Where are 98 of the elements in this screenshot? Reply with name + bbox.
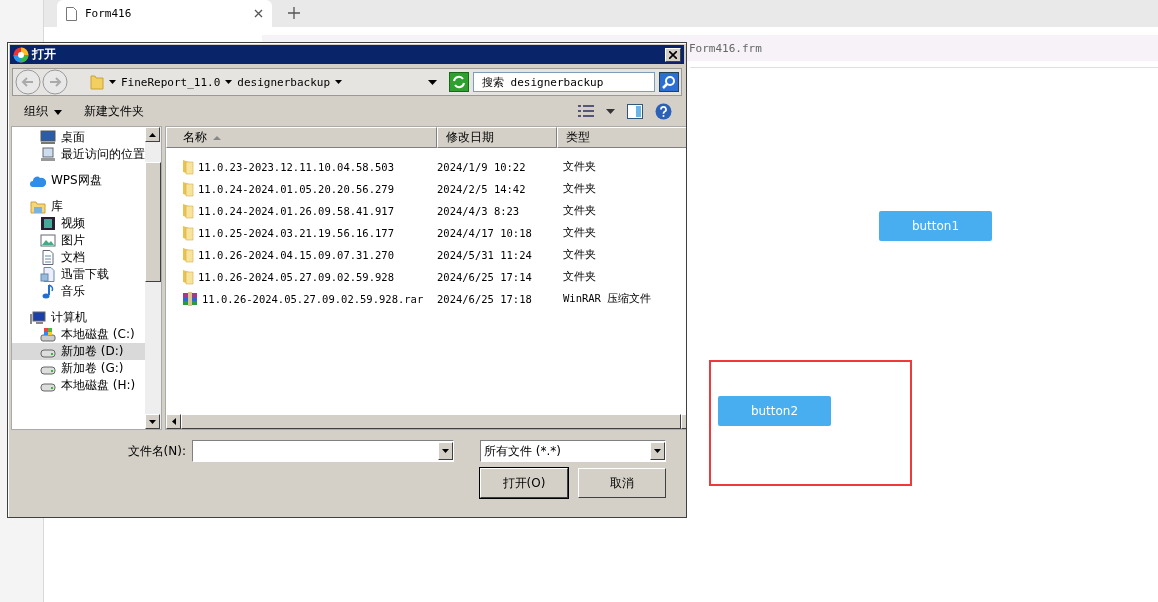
arrow-left-icon <box>171 418 176 425</box>
caret-icon <box>54 109 62 115</box>
search-button[interactable] <box>659 72 679 92</box>
nav-item[interactable]: 新加卷 (D:) <box>12 343 145 360</box>
folder-icon <box>182 247 194 263</box>
system-icon <box>40 327 56 342</box>
search-field[interactable]: 搜索 designerbackup <box>473 72 655 92</box>
close-button[interactable] <box>665 47 681 62</box>
nav-item[interactable]: 桌面 <box>12 129 145 146</box>
nav-item[interactable]: 本地磁盘 (C:) <box>12 326 145 343</box>
file-path: Form416.frm <box>689 41 762 55</box>
breadcrumb[interactable]: designerbackup <box>237 75 331 89</box>
file-name[interactable]: 11.0.26-2024.05.27.09.02.59.928.rar <box>202 293 424 305</box>
scroll-left-button[interactable] <box>166 414 181 429</box>
dropdown-icon <box>654 449 661 453</box>
file-name[interactable]: 11.0.23-2023.12.11.10.04.58.503 <box>198 161 394 173</box>
date-cell-text: 2024/4/3 8:23 <box>436 205 521 217</box>
new-folder-button[interactable]: 新建文件夹 <box>84 102 144 120</box>
nav-item[interactable]: 库 <box>12 198 145 215</box>
folder-icon <box>90 74 104 90</box>
type-cell-text: 文件夹 <box>562 248 597 262</box>
type-cell-text: 文件夹 <box>562 226 597 240</box>
file-name[interactable]: 11.0.26-2024.05.27.09.02.59.928 <box>198 271 394 283</box>
organize-menu[interactable]: 组织 <box>24 102 62 120</box>
caret-icon[interactable] <box>109 80 116 84</box>
nav-item[interactable]: 新加卷 (G:) <box>12 360 145 377</box>
nav-item[interactable]: 迅雷下载 <box>12 266 145 283</box>
caret-icon[interactable] <box>335 80 343 84</box>
dialog-button[interactable]: 取消 <box>578 468 666 498</box>
dialog-title: 打开 <box>32 46 57 63</box>
archive-icon <box>182 291 198 307</box>
browser-tab[interactable]: Form416 <box>57 0 272 27</box>
scroll-up-button[interactable] <box>145 127 160 142</box>
date-cell-text: 2024/2/5 14:42 <box>436 183 527 195</box>
folder-icon <box>182 159 194 175</box>
scrollbar[interactable] <box>145 127 161 429</box>
download-icon <box>40 267 56 282</box>
type-cell-text: 文件夹 <box>562 160 597 174</box>
folder-icon <box>182 203 194 219</box>
type-cell-text: 文件夹 <box>562 204 597 218</box>
date-cell-text: 2024/6/25 17:18 <box>436 293 533 305</box>
dropdown-icon[interactable] <box>428 79 437 85</box>
type-cell-text: 文件夹 <box>562 182 597 196</box>
nav-item[interactable]: WPS网盘 <box>12 172 145 189</box>
file-name[interactable]: 11.0.24-2024.01.05.20.20.56.279 <box>198 183 394 195</box>
plus-icon[interactable] <box>288 7 300 19</box>
computer-icon <box>30 310 46 325</box>
file-name[interactable]: 11.0.25-2024.03.21.19.56.16.177 <box>198 227 394 239</box>
folder-icon <box>182 225 194 241</box>
type-cell-text: 文件夹 <box>562 270 597 284</box>
sort-arrow-icon <box>213 135 221 140</box>
date-cell-text: 2024/1/9 10:22 <box>436 161 527 173</box>
nav-item[interactable]: 本地磁盘 (H:) <box>12 377 145 394</box>
library-icon <box>30 199 46 214</box>
date-cell-text: 2024/4/17 10:18 <box>436 227 533 239</box>
close-icon <box>669 50 677 59</box>
folder-icon <box>182 269 194 285</box>
filename-label: 文件名(N): <box>127 442 186 460</box>
column-header[interactable]: 修改日期 <box>437 127 557 148</box>
recent-icon <box>40 147 56 162</box>
file-name[interactable]: 11.0.26-2024.04.15.09.07.31.270 <box>198 249 394 261</box>
arrow-up-icon <box>149 132 156 137</box>
view-list-icon[interactable] <box>578 104 594 118</box>
nav-item[interactable]: 视频 <box>12 215 145 232</box>
app-icon <box>13 46 29 63</box>
desktop-icon <box>40 130 56 145</box>
dropdown-icon[interactable] <box>442 449 449 453</box>
nav-item[interactable]: 最近访问的位置 <box>12 146 145 163</box>
dialog-button[interactable]: 打开(O) <box>480 468 568 498</box>
nav-item[interactable]: 文档 <box>12 249 145 266</box>
video-icon <box>40 216 56 231</box>
help-icon[interactable] <box>655 102 672 120</box>
folder-icon <box>182 181 194 197</box>
column-header[interactable]: 名称 <box>166 127 437 148</box>
date-cell-text: 2024/6/25 17:14 <box>436 271 533 283</box>
scroll-down-button[interactable] <box>145 414 160 429</box>
nav-item[interactable]: 图片 <box>12 232 145 249</box>
address-bar[interactable]: FineReport_11.0 designerbackup <box>84 72 443 92</box>
filename-field[interactable] <box>192 440 454 462</box>
file-name[interactable]: 11.0.24-2024.01.26.09.58.41.917 <box>198 205 394 217</box>
music-icon <box>40 284 56 299</box>
column-header[interactable]: 类型 <box>557 127 686 148</box>
refresh-icon[interactable] <box>449 72 469 92</box>
document-icon <box>40 250 56 265</box>
date-cell-text: 2024/5/31 11:24 <box>436 249 533 261</box>
close-icon[interactable] <box>254 9 263 18</box>
nav-item[interactable]: 音乐 <box>12 283 145 300</box>
document-icon <box>66 6 77 21</box>
filetype-dropdown[interactable]: 所有文件 (*.*) <box>480 440 666 462</box>
nav-item[interactable]: 计算机 <box>12 309 145 326</box>
scroll-thumb[interactable] <box>145 162 161 282</box>
caret-icon[interactable] <box>225 80 233 84</box>
type-cell-text: WinRAR 压缩文件 <box>562 292 653 306</box>
image-icon <box>40 233 56 248</box>
arrow-down-icon <box>149 419 156 424</box>
caret-icon[interactable] <box>606 108 615 114</box>
breadcrumb[interactable]: FineReport_11.0 <box>121 75 221 89</box>
preview-pane-icon[interactable] <box>627 103 643 119</box>
